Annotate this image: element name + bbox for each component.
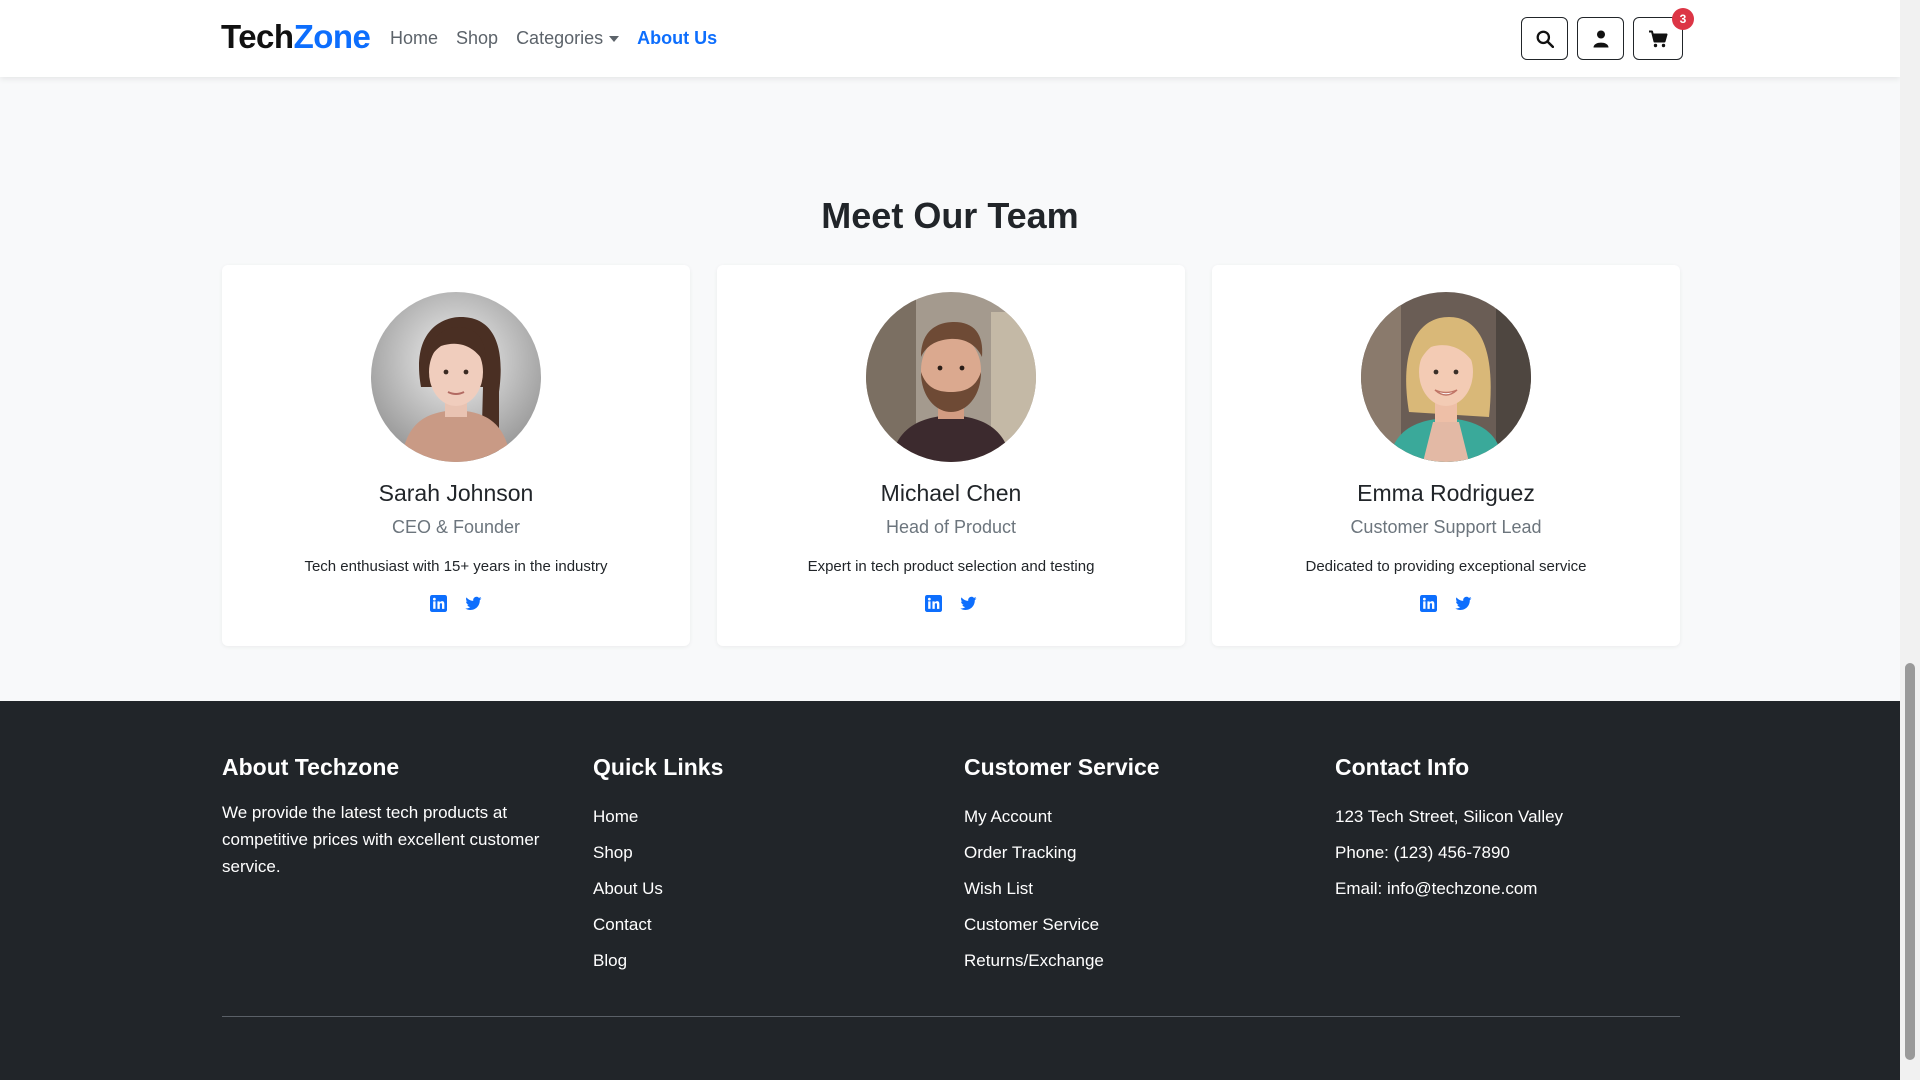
footer-link-wish-list[interactable]: Wish List [964, 871, 1160, 907]
member-bio: Expert in tech product selection and tes… [807, 558, 1095, 575]
account-button[interactable] [1577, 17, 1624, 60]
cart-button[interactable]: 3 [1633, 8, 1694, 60]
linkedin-icon[interactable] [430, 595, 447, 612]
member-social-links [1212, 595, 1680, 612]
member-role: Customer Support Lead [1350, 517, 1542, 537]
team-card: Sarah Johnson CEO & Founder Tech enthusi… [222, 265, 690, 646]
footer-divider [222, 1016, 1680, 1017]
footer-about-text: We provide the latest tech products at c… [222, 803, 540, 876]
avatar [1361, 292, 1531, 462]
member-name: Sarah Johnson [378, 480, 534, 506]
footer-link-blog[interactable]: Blog [593, 943, 723, 979]
nav-categories-label: Categories [516, 28, 604, 48]
brand-part-zone: Zone [293, 18, 371, 55]
footer-link-my-account[interactable]: My Account [964, 799, 1160, 835]
caret-down-icon [609, 36, 620, 43]
footer-quick-links-column: Quick Links Home Shop About Us Contact B… [593, 754, 723, 979]
linkedin-icon[interactable] [1420, 595, 1437, 612]
search-button[interactable] [1521, 17, 1568, 60]
footer-link-home[interactable]: Home [593, 799, 723, 835]
member-social-links [222, 595, 690, 612]
site-footer: About Techzone We provide the latest tec… [0, 701, 1900, 1080]
contact-email: Email: info@techzone.com [1335, 879, 1538, 898]
footer-contact-column: Contact Info 123 Tech Street, Silicon Va… [1335, 754, 1563, 907]
member-name: Emma Rodriguez [1357, 480, 1535, 506]
member-social-links [717, 595, 1185, 612]
nav-about-us[interactable]: About Us [637, 28, 717, 49]
member-role: CEO & Founder [391, 517, 521, 537]
nav-links: Home Shop Categories About Us [390, 28, 717, 49]
nav-icon-group: 3 [1521, 8, 1694, 60]
brand-part-tech: Tech [221, 18, 294, 55]
footer-contact-title: Contact Info [1335, 754, 1470, 780]
user-icon [1593, 30, 1608, 47]
page-scrollbar[interactable] [1900, 0, 1920, 1080]
twitter-icon[interactable] [1455, 595, 1472, 612]
nav-home[interactable]: Home [390, 28, 438, 49]
avatar [371, 292, 541, 462]
footer-customer-service-title: Customer Service [964, 754, 1160, 780]
nav-shop[interactable]: Shop [456, 28, 498, 49]
member-bio: Tech enthusiast with 15+ years in the in… [304, 558, 608, 575]
footer-customer-service-column: Customer Service My Account Order Tracki… [964, 754, 1160, 979]
team-card: Emma Rodriguez Customer Support Lead Ded… [1212, 265, 1680, 646]
footer-link-about-us[interactable]: About Us [593, 871, 723, 907]
member-name: Michael Chen [880, 480, 1022, 506]
contact-address: 123 Tech Street, Silicon Valley [1335, 807, 1564, 826]
navbar: TechZone Home Shop Categories About Us 3 [0, 0, 1900, 77]
footer-link-contact[interactable]: Contact [593, 907, 723, 943]
page: TechZone Home Shop Categories About Us 3… [0, 0, 1900, 1080]
team-card: Michael Chen Head of Product Expert in t… [717, 265, 1185, 646]
nav-categories-dropdown[interactable]: Categories [516, 28, 620, 49]
cart-icon [1649, 30, 1668, 47]
footer-link-returns-exchange[interactable]: Returns/Exchange [964, 943, 1160, 979]
twitter-icon[interactable] [465, 595, 482, 612]
team-section-title: Meet Our Team [821, 195, 1079, 236]
cart-count-badge: 3 [1672, 8, 1694, 30]
footer-link-order-tracking[interactable]: Order Tracking [964, 835, 1160, 871]
footer-about-column: About Techzone We provide the latest tec… [222, 754, 567, 880]
member-bio: Dedicated to providing exceptional servi… [1305, 558, 1587, 575]
footer-quick-links-title: Quick Links [593, 754, 724, 780]
scrollbar-thumb[interactable] [1905, 663, 1915, 1060]
member-role: Head of Product [885, 517, 1017, 537]
search-icon [1536, 30, 1554, 48]
footer-about-title: About Techzone [222, 754, 400, 780]
team-cards: Sarah Johnson CEO & Founder Tech enthusi… [222, 265, 1680, 646]
footer-link-customer-service[interactable]: Customer Service [964, 907, 1160, 943]
brand-logo[interactable]: TechZone [221, 18, 371, 56]
contact-phone: Phone: (123) 456-7890 [1335, 843, 1510, 862]
footer-link-shop[interactable]: Shop [593, 835, 723, 871]
avatar [866, 292, 1036, 462]
twitter-icon[interactable] [960, 595, 977, 612]
linkedin-icon[interactable] [925, 595, 942, 612]
